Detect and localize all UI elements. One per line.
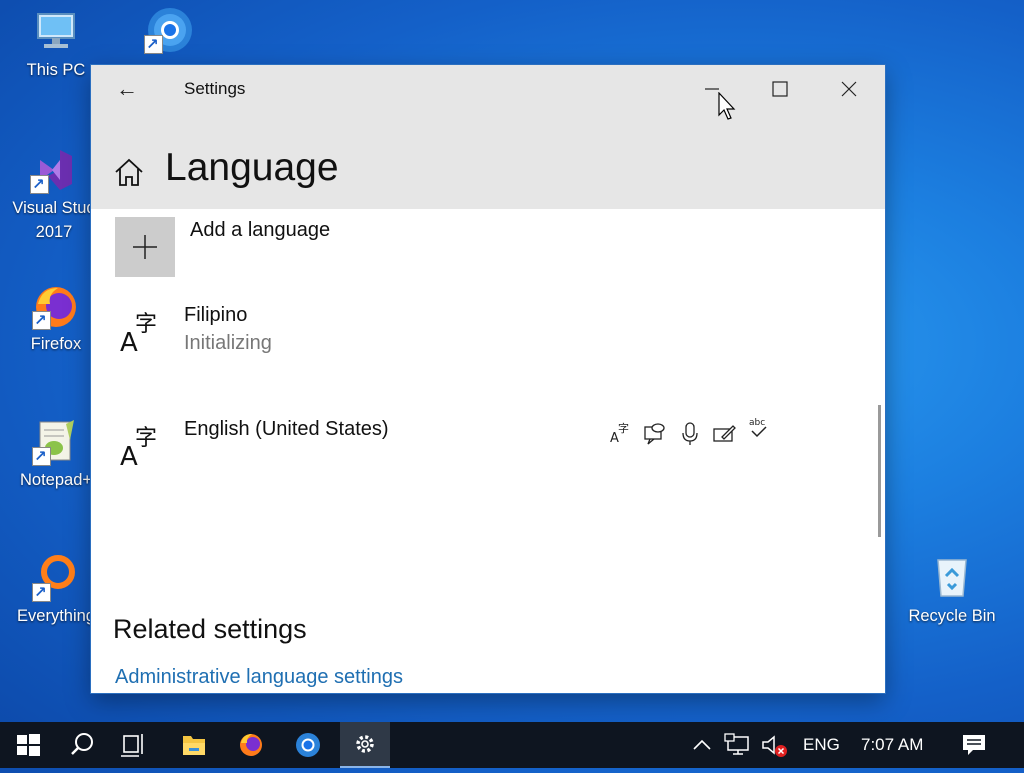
- start-button[interactable]: [4, 722, 52, 768]
- desktop-icon-chrome[interactable]: [122, 6, 214, 57]
- add-language-button[interactable]: [115, 217, 175, 277]
- desktop-icon-label: Everything: [17, 607, 95, 625]
- close-icon: [841, 81, 857, 97]
- chrome-icon: [144, 6, 192, 57]
- volume-muted-icon[interactable]: [760, 733, 790, 759]
- taskbar-chrome[interactable]: [284, 722, 332, 768]
- desktop-icon-label-line: 2017: [35, 223, 73, 241]
- visual-studio-icon: [30, 146, 78, 197]
- input-language-indicator[interactable]: ENG: [803, 735, 840, 755]
- desktop-icon-everything[interactable]: Everything: [10, 554, 102, 628]
- svg-text:字: 字: [135, 426, 157, 451]
- shortcut-arrow-icon: [30, 173, 49, 197]
- task-view-icon: [121, 734, 143, 757]
- back-button[interactable]: ←: [107, 75, 147, 103]
- everything-icon: [32, 554, 80, 605]
- task-view-button[interactable]: [108, 722, 156, 768]
- desktop-icon-label: This PC: [26, 61, 86, 79]
- chevron-up-icon[interactable]: [690, 734, 714, 756]
- desktop-icon-this-pc[interactable]: This PC: [10, 8, 102, 82]
- clock[interactable]: 7:07 AM: [861, 735, 923, 755]
- shortcut-arrow-icon: [144, 33, 163, 57]
- language-icon: A 字: [120, 312, 157, 357]
- svg-text:字: 字: [618, 421, 629, 435]
- action-center-icon[interactable]: [959, 732, 989, 758]
- desktop-icon-label: Visual Stud 2017: [8, 196, 100, 244]
- svg-text:abc: abc: [749, 418, 765, 428]
- back-arrow-icon: ←: [116, 76, 138, 101]
- desktop-icon-firefox[interactable]: Firefox: [10, 282, 102, 356]
- start-icon: [17, 734, 40, 756]
- this-pc-icon: [32, 8, 80, 56]
- taskbar-settings[interactable]: [340, 722, 390, 768]
- spell-check-icon: abc: [749, 418, 767, 438]
- shortcut-arrow-icon: [32, 309, 51, 333]
- close-button[interactable]: [826, 70, 872, 108]
- page-header: Language: [91, 113, 885, 209]
- language-icon: A 字: [120, 426, 157, 471]
- network-icon[interactable]: [724, 733, 752, 757]
- scrollbar[interactable]: [878, 405, 881, 537]
- desktop-icon-notepadpp[interactable]: Notepad+: [10, 418, 102, 492]
- text-to-speech-icon: [644, 423, 665, 445]
- language-name: English (United States): [184, 418, 389, 440]
- desktop-icon-recycle-bin[interactable]: Recycle Bin: [906, 554, 998, 628]
- page-title: Language: [165, 146, 339, 189]
- settings-icon: [356, 735, 374, 753]
- file-explorer-icon: [183, 736, 205, 755]
- speech-recognition-icon: [682, 422, 698, 445]
- firefox-icon: [240, 734, 262, 756]
- taskbar: ENG 7:07 AM: [0, 722, 1024, 768]
- language-name: Filipino: [184, 304, 248, 326]
- desktop-icon-label-line: Visual Stud: [12, 199, 96, 217]
- desktop-icon-label: Notepad+: [19, 471, 93, 489]
- home-icon[interactable]: [113, 157, 145, 189]
- recycle-bin-icon: [928, 554, 976, 602]
- search-icon: [71, 733, 93, 755]
- firefox-icon: [32, 282, 80, 333]
- settings-window: ← Settings Language Add a language A 字 F…: [91, 65, 885, 693]
- add-language-label[interactable]: Add a language: [190, 219, 330, 242]
- maximize-icon: [772, 81, 788, 97]
- chrome-icon: [296, 733, 320, 757]
- plus-icon: [133, 235, 157, 259]
- desktop-icon-label: Firefox: [30, 335, 82, 353]
- svg-text:字: 字: [135, 312, 157, 337]
- notepadpp-icon: [32, 418, 80, 469]
- handwriting-icon: [713, 425, 736, 442]
- language-pack-icon: A 字: [610, 421, 629, 446]
- mouse-cursor-icon: [718, 92, 736, 120]
- taskbar-firefox[interactable]: [227, 722, 275, 768]
- related-settings-title: Related settings: [113, 614, 307, 644]
- language-status: Initializing: [184, 332, 272, 354]
- title-bar[interactable]: ← Settings: [91, 65, 885, 113]
- maximize-button[interactable]: [757, 70, 803, 108]
- administrative-language-settings-link[interactable]: Administrative language settings: [115, 666, 403, 689]
- language-content[interactable]: Add a language A 字 Filipino Initializing…: [91, 209, 885, 693]
- desktop-icon-visual-studio[interactable]: Visual Stud 2017: [8, 146, 100, 244]
- shortcut-arrow-icon: [32, 445, 51, 469]
- search-button[interactable]: [58, 722, 106, 768]
- window-title: Settings: [184, 79, 246, 98]
- desktop-icon-label: Recycle Bin: [908, 607, 996, 625]
- taskbar-file-explorer[interactable]: [170, 722, 218, 768]
- shortcut-arrow-icon: [32, 581, 51, 605]
